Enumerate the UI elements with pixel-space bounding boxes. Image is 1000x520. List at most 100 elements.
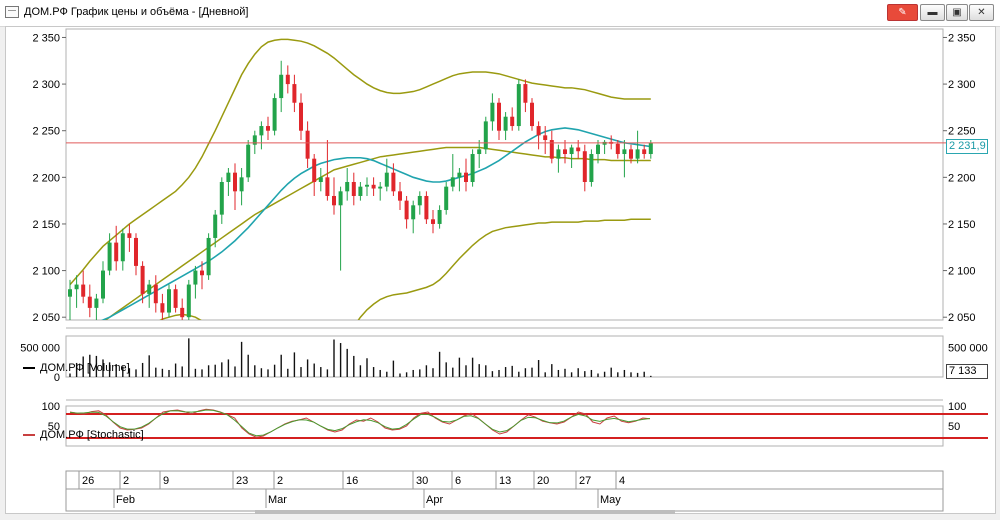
candle-body [206, 237, 211, 276]
price-tick-label-left: 2 200 [32, 172, 60, 184]
price-tick-label-right: 2 100 [948, 266, 976, 278]
price-tick-label-left: 2 300 [32, 79, 60, 91]
candle-body [107, 242, 112, 271]
window-title: ДОМ.РФ График цены и объёма - [Дневной] [24, 6, 249, 18]
time-day-label: 30 [416, 475, 428, 487]
candle-body [134, 237, 138, 266]
time-day-label: 20 [537, 475, 549, 487]
time-day-label: 26 [82, 475, 94, 487]
price-tick-label-left: 2 350 [32, 32, 60, 44]
candle-body [596, 144, 600, 155]
candle-body [259, 126, 264, 136]
candle-body [173, 289, 178, 308]
candle-body [483, 121, 488, 150]
candle-body [114, 242, 119, 262]
candle-body [464, 172, 468, 182]
close-button[interactable]: ✕ [969, 4, 994, 21]
candle-body [279, 74, 284, 99]
candle-body [615, 143, 620, 155]
candle-body [582, 151, 587, 182]
candle-body [226, 172, 231, 182]
candle-body [153, 284, 158, 304]
candle-body [200, 270, 204, 276]
candle-body [233, 172, 237, 192]
candle-body [516, 84, 521, 127]
candle-body [431, 219, 435, 224]
candle-body [444, 186, 449, 210]
restore-button[interactable]: ▣ [946, 4, 968, 21]
time-day-label: 9 [163, 475, 169, 487]
time-day-label: 2 [277, 475, 283, 487]
candle-body [120, 233, 125, 262]
minimize-button[interactable]: ▬ [920, 4, 945, 21]
candle-body [457, 172, 462, 178]
candle-body [556, 149, 561, 159]
candle-body [417, 195, 422, 206]
candle-body [424, 195, 429, 220]
candle-body [213, 214, 218, 238]
price-tick-label-right: 2 300 [948, 79, 976, 91]
pin-button[interactable]: ✎ [887, 4, 918, 21]
candle-body [648, 142, 653, 155]
restore-icon: ▣ [952, 7, 962, 18]
candle-body [404, 200, 409, 220]
candle-body [299, 102, 303, 131]
candle-body [312, 158, 317, 182]
time-day-label: 4 [619, 475, 625, 487]
pane-border-1 [65, 335, 944, 378]
price-tick-label-right: 2 350 [948, 32, 976, 44]
price-tick-label-left: 2 100 [32, 266, 60, 278]
candle-body [589, 154, 594, 182]
candle-body [437, 209, 442, 224]
candle-body [193, 270, 198, 285]
candle-body [642, 149, 647, 155]
time-month-label: Apr [426, 494, 443, 506]
candle-body [160, 303, 165, 313]
candle-body [510, 116, 515, 127]
candle-body [477, 149, 482, 155]
candle-body [345, 181, 350, 192]
last-volume-label: 7 133 [946, 364, 988, 379]
candle-body [470, 154, 475, 182]
candle-body [490, 102, 495, 122]
candle-body [384, 172, 389, 187]
bollinger-middle-line [104, 146, 651, 320]
volume-legend-swatch [23, 367, 35, 370]
candle-body [68, 289, 72, 297]
candle-body [398, 191, 402, 201]
candle-body [391, 172, 396, 192]
candle-body [266, 126, 270, 131]
price-volume-chart[interactable]: 2 050 2 050 2 100 2 100 2 150 2 150 2 200 2 200… [0, 26, 1000, 520]
time-day-label: 13 [499, 475, 511, 487]
candle-body [365, 184, 369, 187]
candle-body [371, 184, 376, 189]
candle-body [87, 296, 92, 308]
candle-body [351, 181, 356, 196]
price-tick-label-right: 2 150 [948, 219, 976, 231]
candle-body [576, 147, 581, 152]
candle-body [74, 284, 79, 290]
time-day-label: 2 [123, 475, 129, 487]
price-tick-label-right: 2 200 [948, 172, 976, 184]
candle-body [147, 284, 152, 294]
last-price-label: 2 231,9 [946, 139, 988, 154]
candle-body [140, 265, 145, 294]
candle-body [292, 84, 297, 103]
candle-body [325, 177, 330, 196]
volume-tick-label-left: 500 000 [20, 343, 60, 355]
pane-border-2 [65, 405, 944, 447]
volume-legend-label: ДОМ.РФ [Volume] [40, 362, 130, 374]
price-tick-label-left: 2 250 [32, 126, 60, 138]
candle-body [167, 289, 171, 313]
time-month-label: May [600, 494, 621, 506]
price-tick-label-right: 2 250 [948, 126, 976, 138]
stoch-tick-label-right: 50 [948, 421, 960, 433]
candle-body [497, 102, 501, 131]
candle-body [305, 130, 310, 159]
candle-body [536, 126, 541, 136]
stoch-tick-label-left: 100 [42, 401, 60, 413]
close-icon: ✕ [977, 7, 986, 18]
horizontal-scrollbar[interactable] [255, 510, 675, 514]
stochastic-legend-label: ДОМ.РФ [Stochastic] [40, 429, 144, 441]
time-day-label: 23 [236, 475, 248, 487]
